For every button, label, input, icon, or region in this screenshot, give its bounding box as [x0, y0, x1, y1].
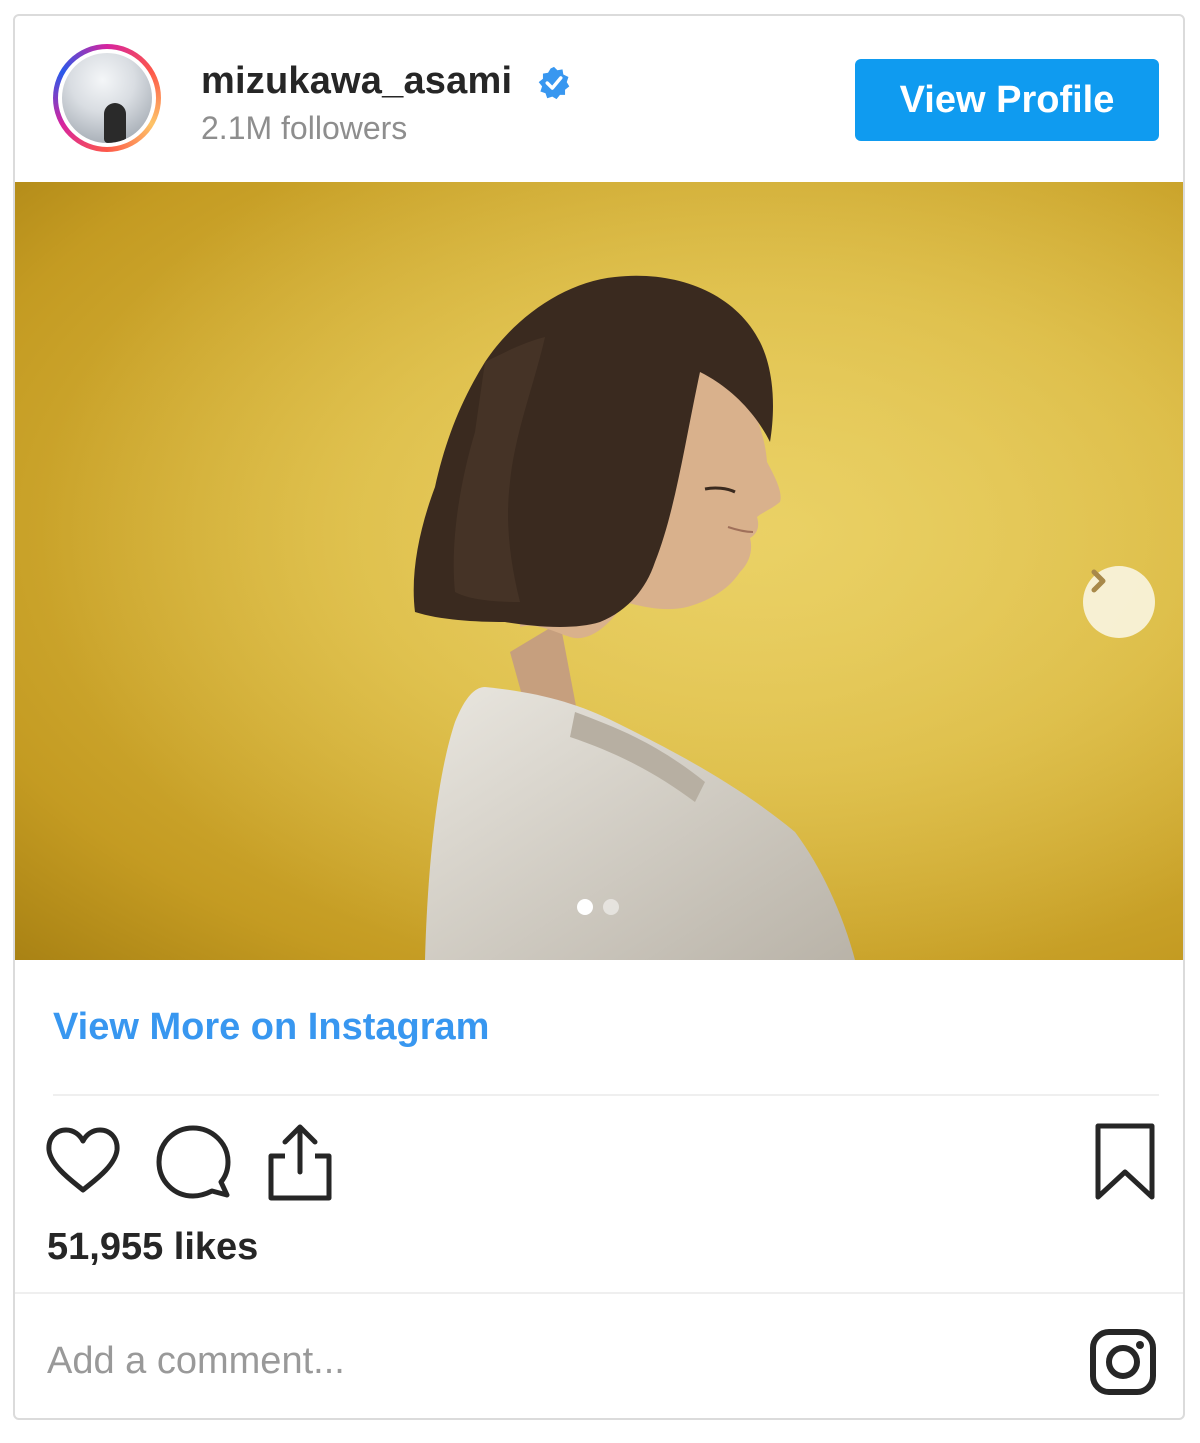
carousel-dot-active [577, 899, 593, 915]
divider [15, 1292, 1183, 1294]
instagram-logo-icon[interactable] [1089, 1328, 1157, 1396]
verified-badge-icon [538, 66, 570, 100]
avatar[interactable] [53, 44, 161, 152]
instagram-embed-card: mizukawa_asami 2.1M followers View Profi… [13, 14, 1185, 1420]
next-slide-button[interactable] [1083, 566, 1155, 638]
avatar-figure [104, 103, 126, 143]
heart-icon[interactable] [45, 1126, 121, 1196]
username[interactable]: mizukawa_asami [201, 60, 512, 103]
avatar-image [58, 49, 156, 147]
action-bar [15, 1116, 1183, 1206]
add-comment-input[interactable]: Add a comment... [47, 1340, 345, 1383]
view-profile-button[interactable]: View Profile [855, 59, 1159, 141]
view-more-link[interactable]: View More on Instagram [53, 1006, 489, 1049]
portrait-illustration [15, 182, 1183, 960]
bookmark-icon[interactable] [1093, 1122, 1157, 1202]
follower-count: 2.1M followers [201, 110, 408, 146]
post-photo[interactable] [15, 182, 1183, 960]
divider [53, 1094, 1159, 1096]
comment-icon[interactable] [155, 1124, 231, 1200]
post-header: mizukawa_asami 2.1M followers View Profi… [15, 16, 1183, 182]
chevron-right-icon [1091, 569, 1106, 593]
carousel-indicator [577, 899, 619, 915]
like-count: 51,955 likes [47, 1226, 259, 1268]
carousel-dot [603, 899, 619, 915]
share-icon[interactable] [265, 1122, 335, 1202]
